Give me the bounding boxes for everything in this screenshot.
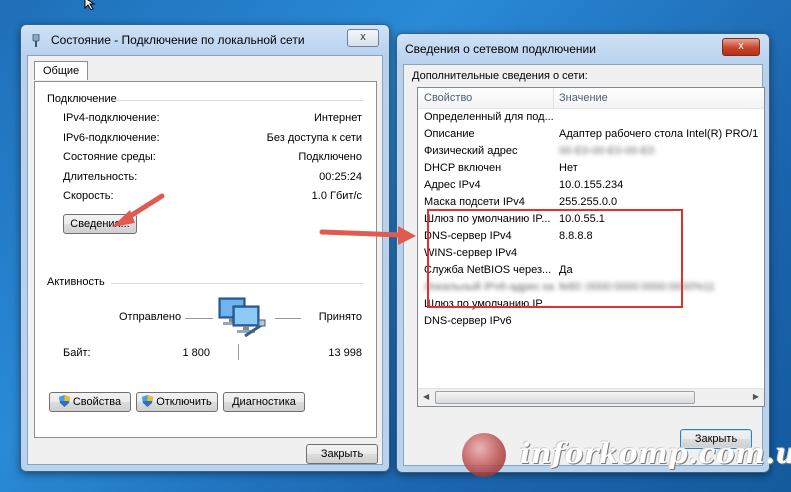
site-logo-icon [462, 433, 506, 477]
watermark-site: inforkomp.com.ua [520, 437, 791, 470]
arrow-to-details-button-icon [112, 193, 165, 227]
watermark: inforkomp.com.ua [462, 433, 791, 477]
annotation-arrows [112, 193, 416, 245]
tab-general[interactable]: Общие [34, 61, 89, 80]
arrow-to-details-list-icon [319, 226, 416, 245]
